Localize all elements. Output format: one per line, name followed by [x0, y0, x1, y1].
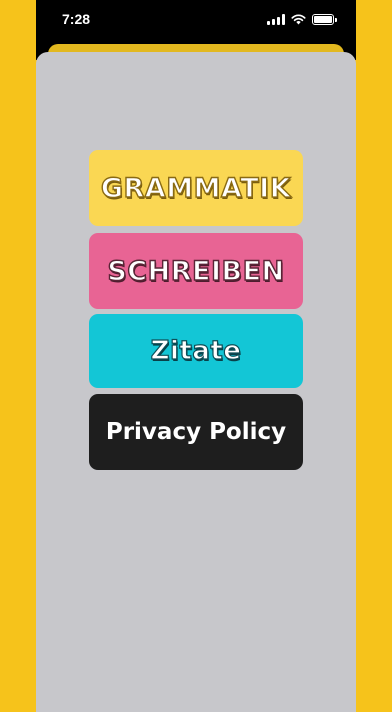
status-bar: 7:28: [36, 0, 356, 38]
privacy-policy-button[interactable]: Privacy Policy: [89, 394, 303, 470]
wifi-icon: [291, 13, 306, 24]
status-time: 7:28: [62, 11, 91, 27]
zitate-button[interactable]: Zitate: [89, 314, 303, 388]
battery-fill: [314, 15, 332, 23]
schreiben-button[interactable]: SCHREIBEN: [89, 233, 303, 309]
cellular-signal-icon: [267, 13, 285, 25]
battery-icon: [312, 13, 337, 25]
grammatik-button[interactable]: GRAMMATIK: [89, 150, 303, 226]
status-icons: [267, 13, 337, 25]
